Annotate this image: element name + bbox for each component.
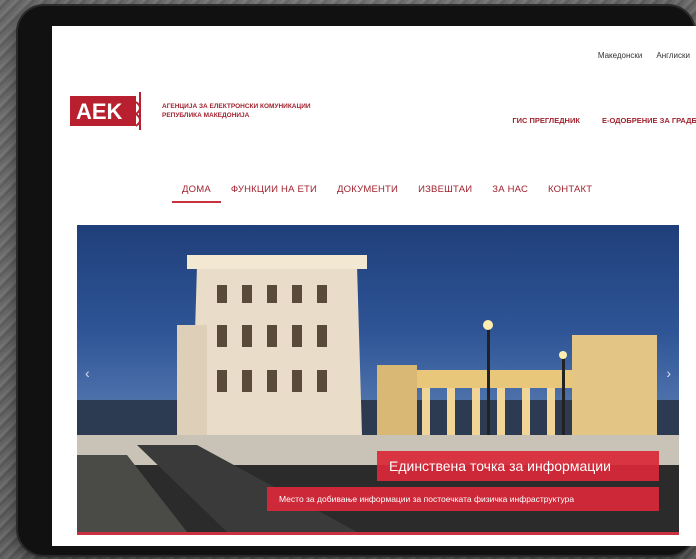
tablet-frame: Македонски Англиски AEK АГЕНЦИЈА ЗА ЕЛЕК… bbox=[18, 6, 696, 555]
nav-item-reports[interactable]: ИЗВЕШТАИ bbox=[408, 184, 482, 203]
logo-text-line1: АГЕНЦИЈА ЗА ЕЛЕКТРОНСКИ КОМУНИКАЦИИ bbox=[162, 103, 311, 110]
lang-english-link[interactable]: Англиски bbox=[656, 51, 690, 60]
nav-item-about[interactable]: ЗА НАС bbox=[482, 184, 538, 203]
logo-mark: AEK bbox=[70, 92, 148, 130]
hero-image bbox=[77, 255, 679, 532]
slider-prev-icon[interactable]: ‹ bbox=[85, 365, 90, 381]
e-approval-link[interactable]: Е-ОДОБРЕНИЕ ЗА ГРАДБА bbox=[602, 116, 696, 125]
hero-subtitle: Место за добивање информации за постоечк… bbox=[267, 487, 659, 511]
hero-slider[interactable]: ‹ › Единствена точка за информации Место… bbox=[77, 225, 679, 532]
nav-item-contact[interactable]: КОНТАКТ bbox=[538, 184, 602, 203]
nav-item-documents[interactable]: ДОКУМЕНТИ bbox=[327, 184, 408, 203]
nav-item-functions[interactable]: ФУНКЦИИ НА ЕТИ bbox=[221, 184, 327, 203]
main-nav: ДОМА ФУНКЦИИ НА ЕТИ ДОКУМЕНТИ ИЗВЕШТАИ З… bbox=[172, 184, 602, 203]
nav-item-home[interactable]: ДОМА bbox=[172, 184, 221, 203]
website-screen: Македонски Англиски AEK АГЕНЦИЈА ЗА ЕЛЕК… bbox=[52, 26, 696, 546]
hero-divider bbox=[77, 532, 679, 535]
agency-logo[interactable]: AEK АГЕНЦИЈА ЗА ЕЛЕКТРОНСКИ КОМУНИКАЦИИ … bbox=[70, 92, 352, 130]
header-links: ГИС ПРЕГЛЕДНИК Е-ОДОБРЕНИЕ ЗА ГРАДБА bbox=[512, 116, 696, 125]
slider-next-icon[interactable]: › bbox=[666, 365, 671, 381]
logo-letters: AEK bbox=[76, 99, 123, 124]
gis-viewer-link[interactable]: ГИС ПРЕГЛЕДНИК bbox=[512, 116, 580, 125]
logo-text: АГЕНЦИЈА ЗА ЕЛЕКТРОНСКИ КОМУНИКАЦИИ РЕПУ… bbox=[162, 102, 352, 120]
logo-text-line2: РЕПУБЛИКА МАКЕДОНИЈА bbox=[162, 112, 250, 119]
hero-title: Единствена точка за информации bbox=[377, 451, 659, 481]
language-switcher: Македонски Англиски bbox=[598, 51, 690, 60]
lang-macedonian-link[interactable]: Македонски bbox=[598, 51, 643, 60]
